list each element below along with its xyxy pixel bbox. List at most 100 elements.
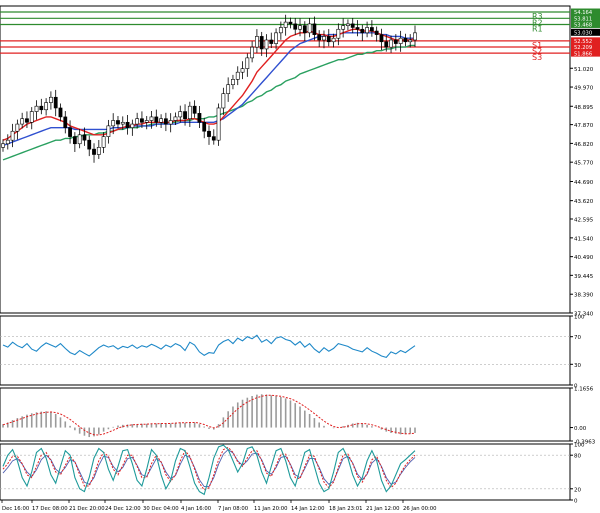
candle-body: [255, 36, 259, 48]
osc2-tick-label: 1.1656: [574, 387, 594, 393]
level-value-s3: 51.866: [574, 51, 592, 57]
trading-chart: 51.020 49.970 48.895 47.870 46.820 45.770 44.6…: [0, 5, 600, 512]
candle-body: [49, 96, 53, 103]
candle-body: [96, 147, 101, 155]
candle-body: [408, 39, 413, 43]
panel-frame: [0, 5, 571, 314]
price-tick-label: 44.690: [574, 180, 594, 186]
candle-body: [331, 37, 336, 43]
price-tick-label: 47.870: [574, 123, 594, 129]
oscillator-2-panel[interactable]: 1.16560.00-0.3963: [0, 387, 596, 446]
candle-body: [111, 120, 116, 127]
candle-body: [101, 136, 106, 148]
candle-body: [58, 107, 63, 118]
candle-body: [293, 23, 298, 30]
oscillator-1-panel[interactable]: 10070300: [0, 315, 585, 390]
candle-body: [317, 34, 322, 41]
candle-body: [87, 139, 92, 150]
candle-body: [216, 107, 221, 141]
price-panel[interactable]: 51.020 49.970 48.895 47.870 46.820 45.770 44.6…: [0, 5, 600, 318]
candle-body: [39, 105, 44, 111]
candle-body: [393, 39, 398, 44]
candle-body: [336, 28, 341, 39]
candle-body: [53, 96, 58, 109]
candle-body: [369, 27, 374, 32]
candle-body: [44, 102, 49, 111]
candle-body: [15, 123, 20, 132]
candle-body: [322, 36, 326, 41]
x-axis-label: Dec 16:00: [2, 506, 30, 512]
price-tick-label: 39.445: [574, 274, 594, 280]
candle-body: [211, 136, 216, 141]
oscillator-3-panel[interactable]: 100 80 20 0: [0, 443, 585, 505]
candle-body: [274, 32, 278, 44]
candle-body: [29, 111, 34, 123]
candle-body: [278, 27, 283, 34]
candle-body: [77, 134, 82, 145]
candle-body: [187, 105, 192, 120]
current-price-label: 53.030: [574, 30, 592, 36]
osc3-tick-label: 0: [574, 499, 578, 505]
candle-body: [346, 23, 350, 26]
candle-body: [264, 39, 269, 50]
candle-body: [355, 27, 360, 30]
candle-body: [398, 37, 403, 44]
candle-body: [235, 71, 240, 80]
candle-body: [130, 123, 135, 128]
candle-body: [197, 113, 202, 123]
price-tick-label: 42.595: [574, 217, 594, 223]
price-tick-label: 51.020: [574, 67, 594, 73]
price-tick-label: 38.390: [574, 293, 594, 299]
candle-body: [159, 118, 163, 123]
candle-body: [350, 23, 355, 28]
candle-body: [125, 121, 130, 128]
candle-body: [135, 118, 140, 125]
price-tick-label: 49.970: [574, 86, 594, 92]
candle-body: [63, 116, 68, 128]
candle-body: [379, 34, 384, 43]
candle-body: [34, 105, 39, 112]
candle-body: [106, 125, 111, 137]
price-tick-label: 40.490: [574, 255, 594, 261]
x-axis-label: 17 Dec 08:00: [32, 506, 68, 512]
candle-body: [384, 41, 389, 48]
osc3-tick-label: 100: [574, 443, 585, 449]
candle-body: [116, 120, 120, 125]
candle-body: [360, 28, 365, 34]
osc1-tick-label: 100: [574, 315, 585, 321]
candle-body: [163, 118, 168, 125]
candle-body: [144, 120, 149, 123]
candle-body: [240, 68, 245, 73]
candle-body: [259, 36, 264, 50]
candle-body: [326, 36, 331, 43]
x-axis-label: 24 Dec 12:00: [105, 506, 141, 512]
osc2-tick-label: 0.00: [574, 426, 587, 432]
candle-body: [149, 116, 154, 121]
candle-body: [5, 139, 10, 145]
x-axis-label: 14 Jan 12:00: [291, 506, 325, 512]
candle-body: [298, 25, 302, 30]
candle-body: [288, 21, 293, 25]
level-name-s3: S3: [532, 53, 542, 62]
candle-body: [231, 79, 235, 86]
price-tick-label: 46.820: [574, 142, 594, 148]
panel-frame: [0, 315, 571, 386]
candle-body: [302, 25, 307, 34]
osc1-tick-label: 70: [574, 335, 581, 341]
panel-frame: [0, 443, 571, 501]
price-tick-label: 41.540: [574, 236, 594, 242]
x-axis-label: 30 Dec 04:00: [143, 506, 179, 512]
candle-body: [168, 120, 173, 125]
candle-body: [207, 130, 211, 137]
osc3-tick-label: 20: [574, 487, 581, 493]
candle-body: [389, 39, 393, 48]
candle-body: [10, 130, 15, 141]
candle-body: [283, 21, 288, 28]
x-axis-label: 26 Jan 00:00: [403, 506, 437, 512]
x-axis-label: 21 Jan 12:00: [366, 506, 400, 512]
price-tick-label: 45.770: [574, 161, 594, 167]
price-tick-label: 43.620: [574, 199, 594, 205]
level-name-r1: R1: [532, 24, 543, 33]
candle-body: [226, 84, 231, 94]
candle-body: [25, 118, 29, 123]
